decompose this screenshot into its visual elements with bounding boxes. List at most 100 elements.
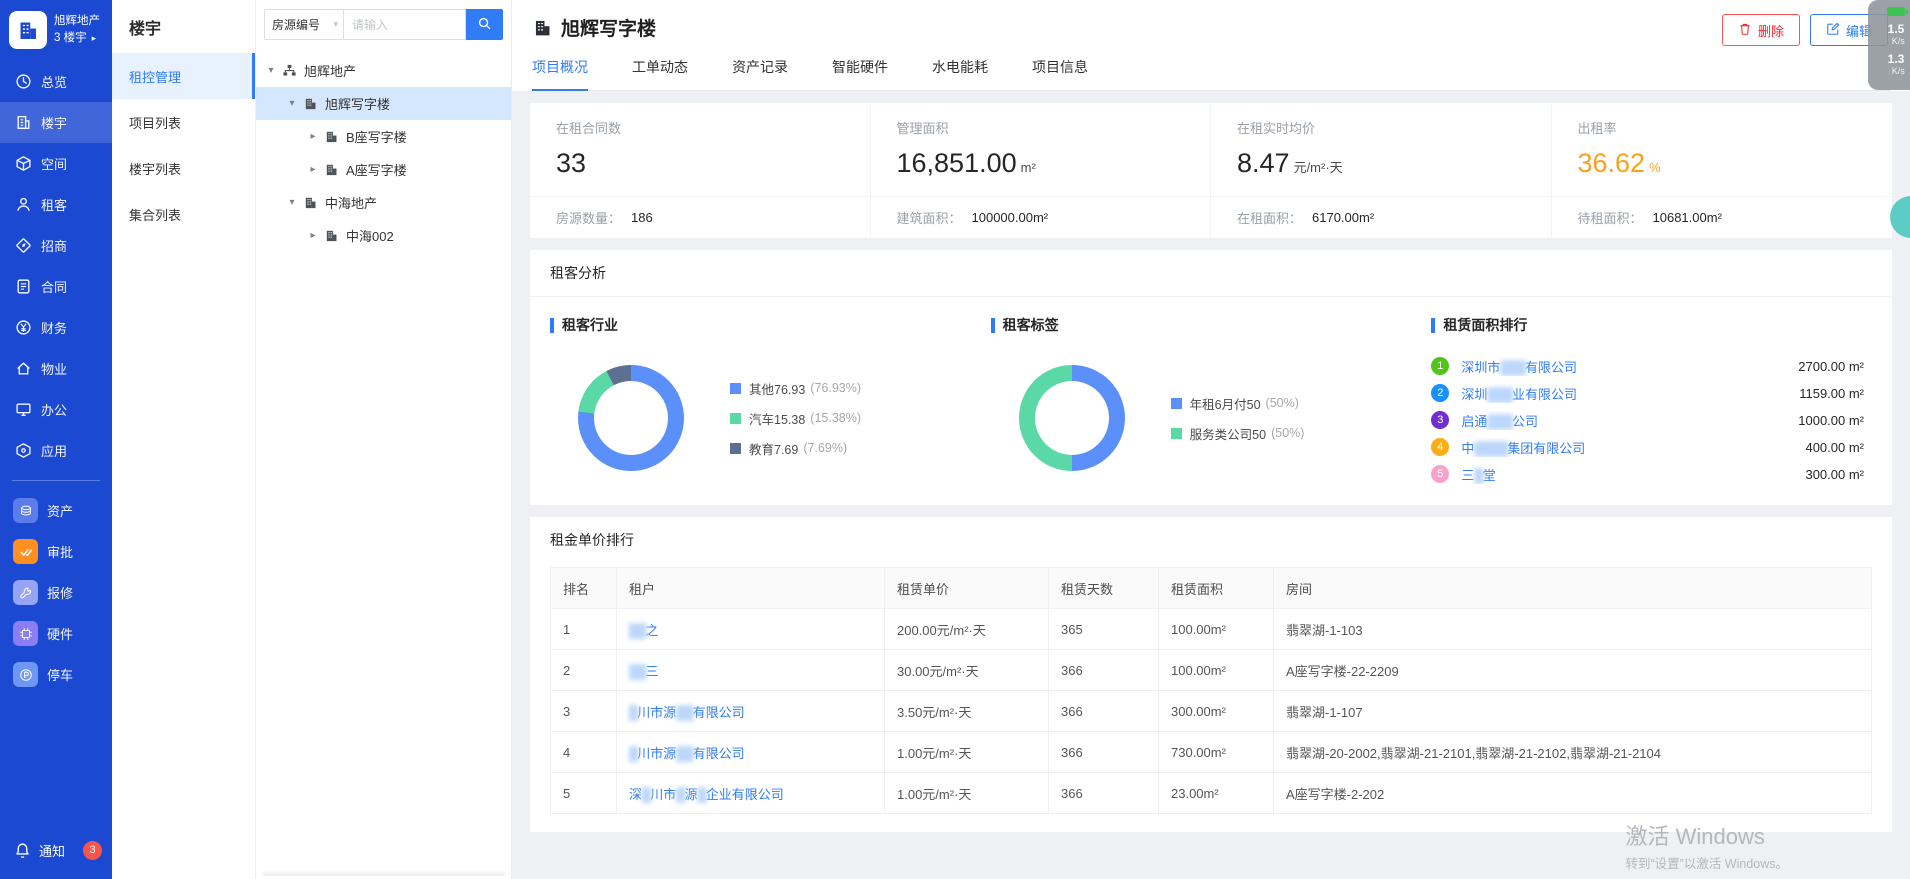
tenant-link[interactable]: █川市源██有限公司 <box>629 746 745 761</box>
sidebar-item-contract[interactable]: 合同 <box>0 266 112 307</box>
hardware-icon <box>13 621 38 646</box>
caret-right-icon[interactable]: ▸ <box>306 131 320 142</box>
table-row: 4█川市源██有限公司1.00元/m²·天366730.00m²翡翠湖-20-2… <box>551 732 1872 773</box>
table-row: 2██三30.00元/m²·天366100.00m²A座写字楼-22-2209 <box>551 650 1872 691</box>
primary-sidebar: 旭辉地产 3 楼宇▸ 总览楼宇空间租客招商合同财务物业办公应用 资产审批报修硬件… <box>0 0 112 879</box>
delete-label: 删除 <box>1758 21 1784 40</box>
area-ranking-list: 1深圳市███有限公司2700.00 m²2深圳███业有限公司1159.00 … <box>1431 357 1872 483</box>
search-icon <box>477 16 492 34</box>
tree-node[interactable]: ▸ A座写字楼 <box>256 153 511 186</box>
column-header-租户: 租户 <box>617 568 885 609</box>
search-button[interactable] <box>466 9 503 40</box>
caret-right-icon[interactable]: ▸ <box>306 230 320 241</box>
tenant-link[interactable]: 深圳███业有限公司 <box>1461 384 1791 403</box>
tree-search-input[interactable] <box>344 9 466 40</box>
caret-down-icon[interactable]: ▾ <box>285 98 299 109</box>
sidebar-item-space[interactable]: 空间 <box>0 143 112 184</box>
tenant-link[interactable]: 深圳市███有限公司 <box>1461 357 1790 376</box>
delete-button[interactable]: 删除 <box>1722 14 1800 46</box>
tenant-link[interactable]: 启通███公司 <box>1461 411 1790 430</box>
secondary-sidebar: 楼宇 租控管理项目列表楼宇列表集合列表 <box>112 0 256 879</box>
sidebar-item-label: 合同 <box>41 277 67 296</box>
watermark-line2: 转到“设置”以激活 Windows。 <box>1625 853 1788 872</box>
tree-node[interactable]: ▸中海002 <box>256 219 511 252</box>
building-solid-icon <box>324 228 340 244</box>
tags-donut <box>1019 365 1125 471</box>
tenant-tags-chart: 租客标签 年租6月付50(50%)服务类公司50(50%) <box>991 315 1432 483</box>
rank-badge: 2 <box>1431 384 1449 402</box>
legend-swatch <box>730 443 741 454</box>
sidebar-main-nav: 总览楼宇空间租客招商合同财务物业办公应用 <box>0 61 112 471</box>
sidebar-item-office[interactable]: 办公 <box>0 389 112 430</box>
sidebar-item-tenant[interactable]: 租客 <box>0 184 112 225</box>
legend-item: 年租6月付50(50%) <box>1171 394 1305 413</box>
tree-node[interactable]: ▾ 旭辉写字楼 <box>256 87 511 120</box>
tenant-link[interactable]: ██三 <box>629 664 658 679</box>
tenant-link[interactable]: █川市源██有限公司 <box>629 705 745 720</box>
area-rank-row: 4中████集团有限公司400.00 m² <box>1431 438 1864 456</box>
submenu-item[interactable]: 楼宇列表 <box>112 145 255 191</box>
submenu-title: 楼宇 <box>112 0 255 53</box>
industry-legend: 其他76.93(76.93%)汽车15.38(15.38%)教育7.69(7.6… <box>730 379 861 458</box>
sidebar-item-finance[interactable]: 财务 <box>0 307 112 348</box>
netspeed-widget[interactable]: 1.5 ↑K/s 1.3 ↓K/s <box>1868 0 1910 90</box>
tree-node[interactable]: ▾旭辉地产 <box>256 54 511 87</box>
caret-right-icon[interactable]: ▸ <box>306 164 320 175</box>
tab-项目信息[interactable]: 项目信息 <box>1032 57 1088 91</box>
sidebar-app-repair[interactable]: 报修 <box>0 572 112 613</box>
title-bar <box>991 318 995 333</box>
chevron-down-icon: ▾ <box>333 19 338 30</box>
asset-icon <box>13 498 38 523</box>
horizontal-scrollbar[interactable] <box>262 870 505 876</box>
tenant-analysis-title: 租客分析 <box>530 250 1892 297</box>
brand-expand-icon[interactable]: ▸ <box>92 32 97 46</box>
sidebar-apps-nav: 资产审批报修硬件停车 <box>0 490 112 695</box>
tab-资产记录[interactable]: 资产记录 <box>732 57 788 91</box>
sidebar-item-apps[interactable]: 应用 <box>0 430 112 471</box>
page-title: 旭辉写字楼 <box>561 14 656 41</box>
submenu-item[interactable]: 集合列表 <box>112 191 255 237</box>
sidebar-app-hardware[interactable]: 硬件 <box>0 613 112 654</box>
tenant-link[interactable]: 深█川市█源█企业有限公司 <box>629 787 784 802</box>
sidebar-app-approval[interactable]: 审批 <box>0 531 112 572</box>
submenu-item[interactable]: 租控管理 <box>112 53 255 99</box>
legend-item: 教育7.69(7.69%) <box>730 439 861 458</box>
sidebar-item-label: 财务 <box>41 318 67 337</box>
tree-node[interactable]: ▾ 中海地产 <box>256 186 511 219</box>
tenant-link[interactable]: 中████集团有限公司 <box>1461 438 1797 457</box>
rank-badge: 3 <box>1431 411 1449 429</box>
tree-node-label: 旭辉写字楼 <box>325 94 390 113</box>
tab-水电能耗[interactable]: 水电能耗 <box>932 57 988 91</box>
download-unit: K/s <box>1892 66 1905 76</box>
sidebar-app-label: 资产 <box>47 501 73 520</box>
org-icon <box>282 63 298 79</box>
sidebar-item-label: 楼宇 <box>41 113 67 132</box>
building-icon <box>15 114 32 131</box>
brand-switcher[interactable]: 旭辉地产 3 楼宇▸ <box>0 0 112 61</box>
tree-node[interactable]: ▸B座写字楼 <box>256 120 511 153</box>
caret-down-icon[interactable]: ▾ <box>285 197 299 208</box>
tree-node-label: A座写字楼 <box>346 160 407 179</box>
building-solid-icon <box>324 162 340 178</box>
search-type-select[interactable]: 房源编号 ▾ <box>264 9 344 40</box>
content-area: 在租合同数33管理面积16,851.00m²在租实时均价8.47元/m²·天出租… <box>512 91 1910 879</box>
notifications-label: 通知 <box>39 841 65 860</box>
tab-项目概况[interactable]: 项目概况 <box>532 57 588 91</box>
sidebar-item-label: 租客 <box>41 195 67 214</box>
sidebar-app-asset[interactable]: 资产 <box>0 490 112 531</box>
tenant-link[interactable]: ██之 <box>629 623 658 638</box>
tree-node-label: 中海地产 <box>325 193 377 212</box>
tenant-link[interactable]: 三█堂 <box>1461 465 1797 484</box>
sidebar-item-building[interactable]: 楼宇 <box>0 102 112 143</box>
sidebar-item-overview[interactable]: 总览 <box>0 61 112 102</box>
tab-工单动态[interactable]: 工单动态 <box>632 57 688 91</box>
sidebar-item-property[interactable]: 物业 <box>0 348 112 389</box>
industry-chart-title: 租客行业 <box>562 315 618 335</box>
rank-badge: 5 <box>1431 465 1449 483</box>
submenu-item[interactable]: 项目列表 <box>112 99 255 145</box>
tab-智能硬件[interactable]: 智能硬件 <box>832 57 888 91</box>
sidebar-item-leasing[interactable]: 招商 <box>0 225 112 266</box>
sidebar-app-parking[interactable]: 停车 <box>0 654 112 695</box>
sidebar-item-notifications[interactable]: 通知 3 <box>0 827 112 879</box>
caret-down-icon[interactable]: ▾ <box>264 65 278 76</box>
